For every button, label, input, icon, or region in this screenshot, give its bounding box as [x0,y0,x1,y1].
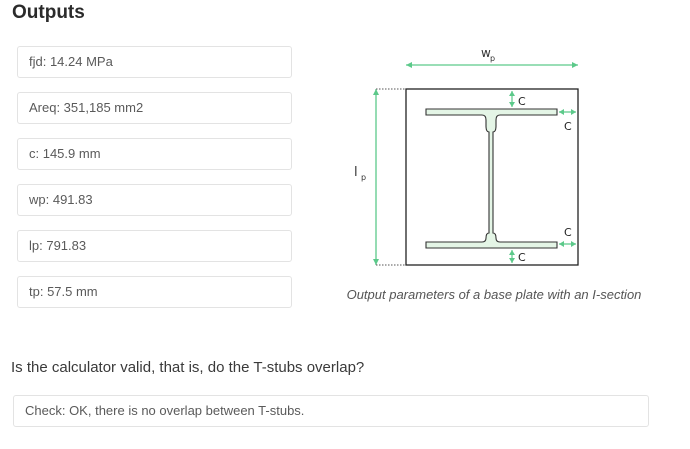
lp-dimension: l p [354,88,406,266]
c-label-right-top: C [564,120,572,133]
base-plate-diagram: w p l p C C C C [354,46,579,266]
c-dimension-bottom: C [509,250,526,264]
c-label-right-bottom: C [564,226,572,239]
lp-subscript: p [361,173,366,182]
c-label-top: C [518,95,526,108]
output-wp-field: wp: 491.83 [17,184,292,216]
output-lp-field: lp: 791.83 [17,230,292,262]
output-areq-field: Areq: 351,185 mm2 [17,92,292,124]
validity-question: Is the calculator valid, that is, do the… [11,359,365,376]
wp-dimension: w p [406,46,578,68]
diagram-caption: Output parameters of a base plate with a… [346,287,642,302]
output-fjd-field: fjd: 14.24 MPa [17,46,292,78]
overlap-check-output: Check: OK, there is no overlap between T… [13,395,649,427]
wp-subscript: p [490,54,495,63]
outputs-title: Outputs [12,2,85,23]
lp-label: l [354,165,358,180]
output-tp-field: tp: 57.5 mm [17,276,292,308]
c-label-bottom: C [518,251,526,264]
output-c-field: c: 145.9 mm [17,138,292,170]
